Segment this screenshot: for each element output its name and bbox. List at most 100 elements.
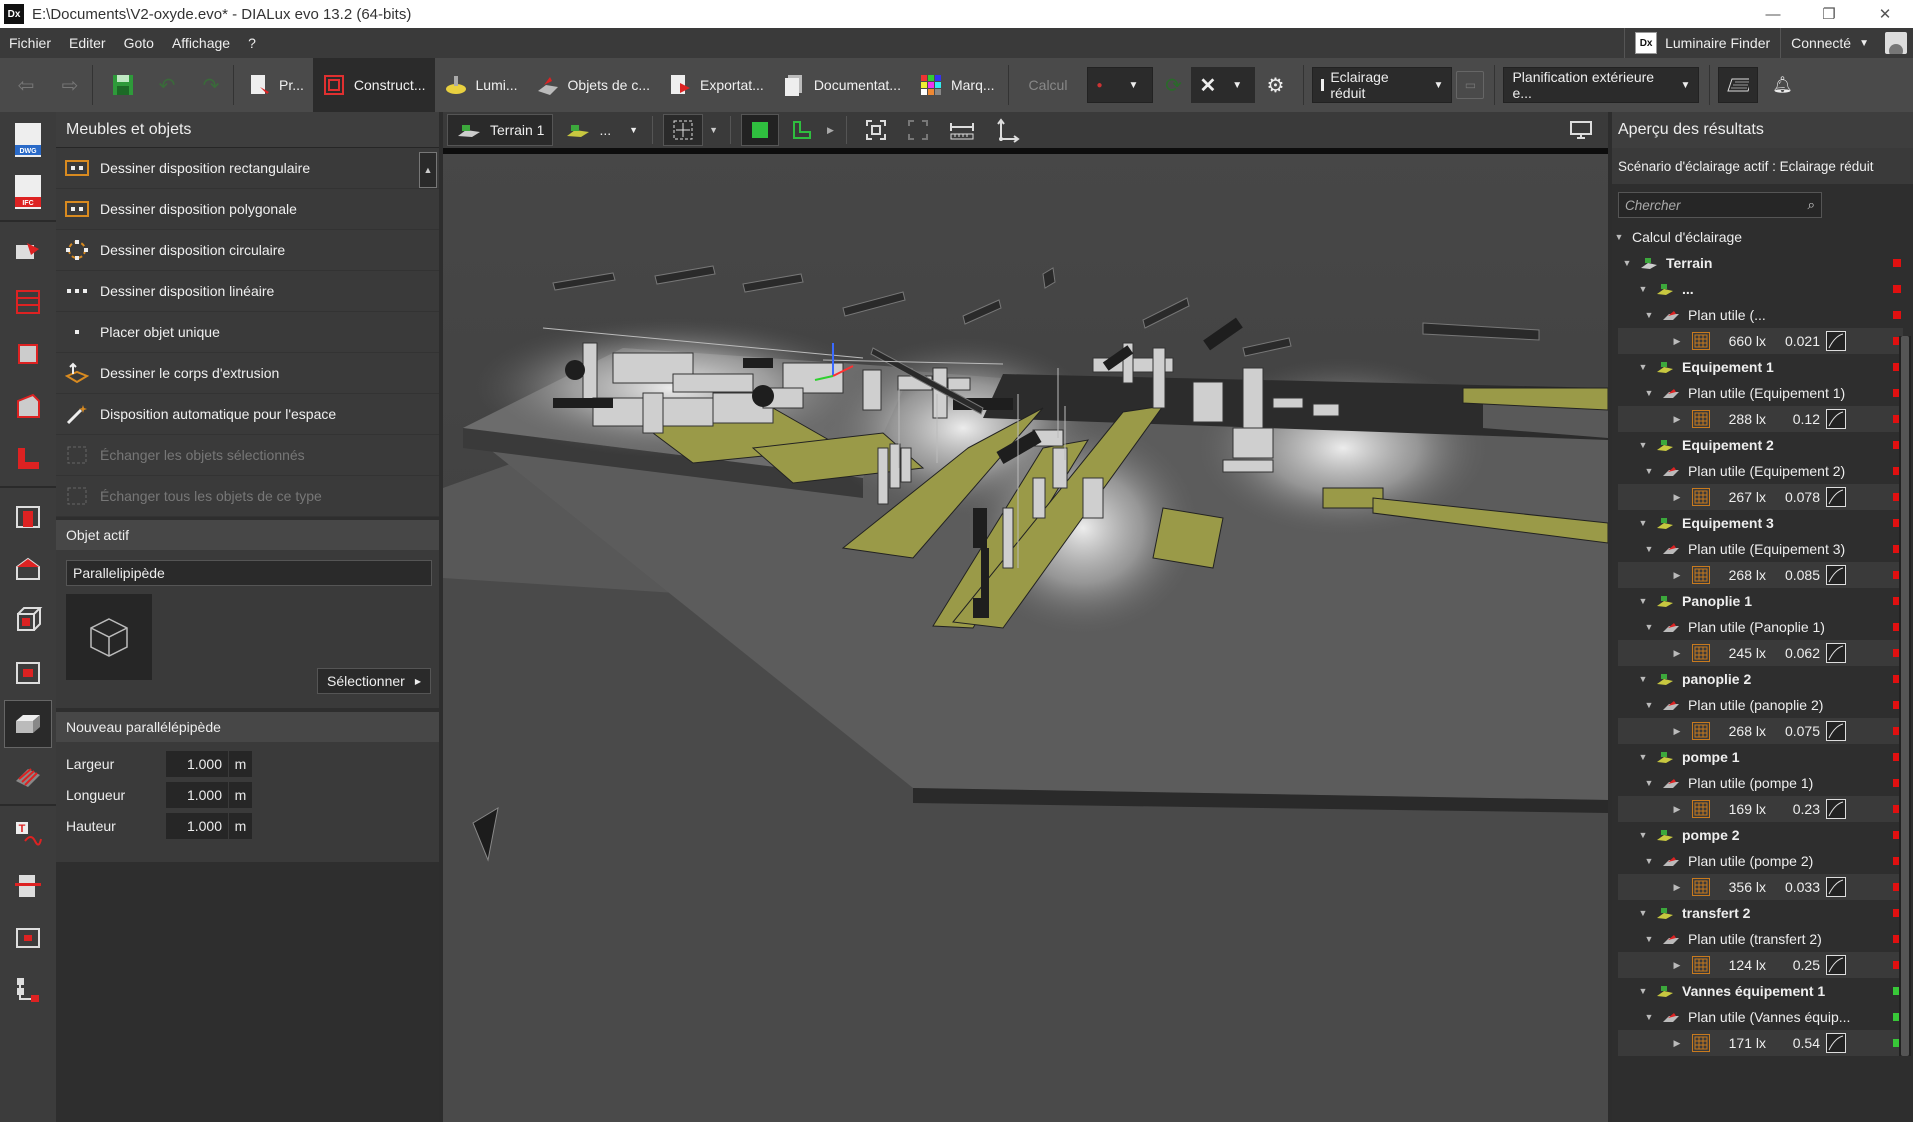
result-group[interactable]: ▼ Vannes équipement 1 <box>1612 978 1913 1004</box>
work-plane-node[interactable]: ▼ Plan utile (... <box>1612 302 1913 328</box>
storey-icon[interactable] <box>4 330 52 378</box>
tool-extrusion-body[interactable]: Dessiner le corps d'extrusion <box>56 353 439 394</box>
result-values-row[interactable]: ▶ 124 lx 0.25 <box>1618 952 1903 978</box>
tool-linear-layout[interactable]: Dessiner disposition linéaire <box>56 271 439 312</box>
cube-outline-icon[interactable] <box>4 596 52 644</box>
list-scroll-up-button[interactable]: ▲ <box>419 152 437 188</box>
result-group[interactable]: ▼ panoplie 2 <box>1612 666 1913 692</box>
extrusion-icon[interactable] <box>4 752 52 800</box>
menu-help[interactable]: ? <box>239 35 265 51</box>
tool-polygonal-layout[interactable]: Dessiner disposition polygonale <box>56 189 439 230</box>
frame-icon[interactable] <box>4 914 52 962</box>
monitor-icon[interactable]: ▭ <box>1456 71 1485 99</box>
result-values-row[interactable]: ▶ 171 lx 0.54 <box>1618 1030 1903 1056</box>
result-group[interactable]: ▼ Equipement 3 <box>1612 510 1913 536</box>
3d-viewport[interactable] <box>443 148 1608 1122</box>
plan-view-button[interactable] <box>783 114 821 146</box>
ifc-import-icon[interactable]: IFC <box>4 168 52 216</box>
measure-button[interactable] <box>941 114 983 146</box>
restore-button[interactable]: ❐ <box>1801 0 1857 28</box>
hierarchy-icon[interactable] <box>4 966 52 1014</box>
result-values-row[interactable]: ▶ 268 lx 0.085 <box>1618 562 1903 588</box>
result-values-row[interactable]: ▶ 288 lx 0.12 <box>1618 406 1903 432</box>
result-values-row[interactable]: ▶ 245 lx 0.062 <box>1618 640 1903 666</box>
ceiling-icon[interactable] <box>4 492 52 540</box>
work-plane-node[interactable]: ▼ Plan utile (pompe 1) <box>1612 770 1913 796</box>
result-values-row[interactable]: ▶ 268 lx 0.075 <box>1618 718 1903 744</box>
tab-construction[interactable]: Construct... <box>312 58 435 112</box>
planning-dropdown[interactable]: Planification extérieure e... ▼ <box>1503 67 1700 103</box>
terrain-selector[interactable]: Terrain 1 <box>447 114 554 146</box>
result-group[interactable]: ▼ pompe 1 <box>1612 744 1913 770</box>
terrain-node[interactable]: ▼ Terrain <box>1612 250 1913 276</box>
dwg-import-icon[interactable]: DWG <box>4 116 52 164</box>
result-values-row[interactable]: ▶ 267 lx 0.078 <box>1618 484 1903 510</box>
settings-gear-icon[interactable]: ⚙ <box>1261 67 1289 103</box>
wall-icon[interactable] <box>4 434 52 482</box>
calc-mode-dropdown[interactable]: ● ▼ <box>1087 67 1154 103</box>
zoom-selection-button[interactable] <box>899 114 937 146</box>
menu-goto[interactable]: Goto <box>115 35 163 51</box>
work-plane-node[interactable]: ▼ Plan utile (Equipement 1) <box>1612 380 1913 406</box>
work-plane-node[interactable]: ▼ Plan utile (Equipement 3) <box>1612 536 1913 562</box>
text-label-icon[interactable]: T <box>4 810 52 858</box>
tool-rectangular-layout[interactable]: Dessiner disposition rectangulaire <box>56 148 439 189</box>
result-values-row[interactable]: ▶ 660 lx 0.021 <box>1618 328 1903 354</box>
result-group[interactable]: ▼ transfert 2 <box>1612 900 1913 926</box>
tab-project[interactable]: Pr... <box>238 58 313 112</box>
tab-marquage[interactable]: Marq... <box>910 58 1004 112</box>
zoom-extents-button[interactable] <box>857 114 895 146</box>
fullscreen-button[interactable] <box>1562 114 1600 146</box>
tab-documentation[interactable]: Documentat... <box>773 58 910 112</box>
chevron-down-icon[interactable]: ▼ <box>709 125 718 135</box>
luminaire-finder-button[interactable]: Dx Luminaire Finder <box>1624 28 1780 58</box>
work-plane-node[interactable]: ▼ Plan utile (panoplie 2) <box>1612 692 1913 718</box>
roof-icon[interactable] <box>4 544 52 592</box>
user-avatar-icon[interactable] <box>1885 32 1907 54</box>
tab-calc-objects[interactable]: Objets de c... <box>527 58 659 112</box>
room-icon[interactable] <box>4 382 52 430</box>
chevron-right-icon[interactable]: ▶ <box>827 125 834 136</box>
result-group[interactable]: ▼ Equipement 2 <box>1612 432 1913 458</box>
3d-view-button[interactable] <box>740 114 779 146</box>
work-plane-node[interactable]: ▼ Plan utile (Equipement 2) <box>1612 458 1913 484</box>
menu-editer[interactable]: Editer <box>60 35 115 51</box>
result-group[interactable]: ▼ pompe 2 <box>1612 822 1913 848</box>
ground-view-button[interactable] <box>1718 67 1759 103</box>
height-input[interactable]: 1.000 <box>166 812 228 839</box>
save-icon[interactable] <box>105 67 141 103</box>
redo-icon[interactable]: ↷ <box>193 67 229 103</box>
selection-mode-button[interactable] <box>663 114 704 146</box>
sublevel-selector[interactable]: ... ▼ <box>557 114 646 146</box>
menu-fichier[interactable]: Fichier <box>0 35 60 51</box>
length-input[interactable]: 1.000 <box>166 781 228 808</box>
tool-auto-layout[interactable]: Disposition automatique pour l'espace <box>56 394 439 435</box>
result-values-row[interactable]: ▶ 356 lx 0.033 <box>1618 874 1903 900</box>
terrain-element-icon[interactable] <box>4 226 52 274</box>
result-values-row[interactable]: ▶ 169 lx 0.23 <box>1618 796 1903 822</box>
close-button[interactable]: ✕ <box>1857 0 1913 28</box>
cut-plane-icon[interactable] <box>4 862 52 910</box>
menu-affichage[interactable]: Affichage <box>163 35 239 51</box>
search-input[interactable]: Chercher ⌕ <box>1618 192 1822 218</box>
result-group[interactable]: ▼... <box>1612 276 1913 302</box>
tool-circular-layout[interactable]: Dessiner disposition circulaire <box>56 230 439 271</box>
axis-button[interactable] <box>987 114 1029 146</box>
box-cutout-icon[interactable] <box>4 648 52 696</box>
minimize-button[interactable]: — <box>1745 0 1801 28</box>
width-input[interactable]: 1.000 <box>166 750 228 777</box>
calcul-button[interactable]: Calcul <box>1013 77 1084 93</box>
notification-bell-icon[interactable]: 🔔︎ <box>1770 67 1794 103</box>
work-plane-node[interactable]: ▼ Plan utile (transfert 2) <box>1612 926 1913 952</box>
select-button[interactable]: Sélectionner ▶ <box>317 668 431 694</box>
scenario-dropdown[interactable]: Eclairage réduit ▼ <box>1312 67 1453 103</box>
refresh-icon[interactable]: ⟳ <box>1159 67 1187 103</box>
back-icon[interactable]: ⇦ <box>8 67 44 103</box>
tab-luminaires[interactable]: Lumi... <box>435 58 527 112</box>
parallelepiped-icon[interactable] <box>4 700 52 748</box>
building-icon[interactable] <box>4 278 52 326</box>
calc-tree-root[interactable]: ▼ Calcul d'éclairage <box>1612 224 1913 250</box>
result-group[interactable]: ▼ Equipement 1 <box>1612 354 1913 380</box>
undo-icon[interactable]: ↶ <box>149 67 185 103</box>
work-plane-node[interactable]: ▼ Plan utile (Panoplie 1) <box>1612 614 1913 640</box>
